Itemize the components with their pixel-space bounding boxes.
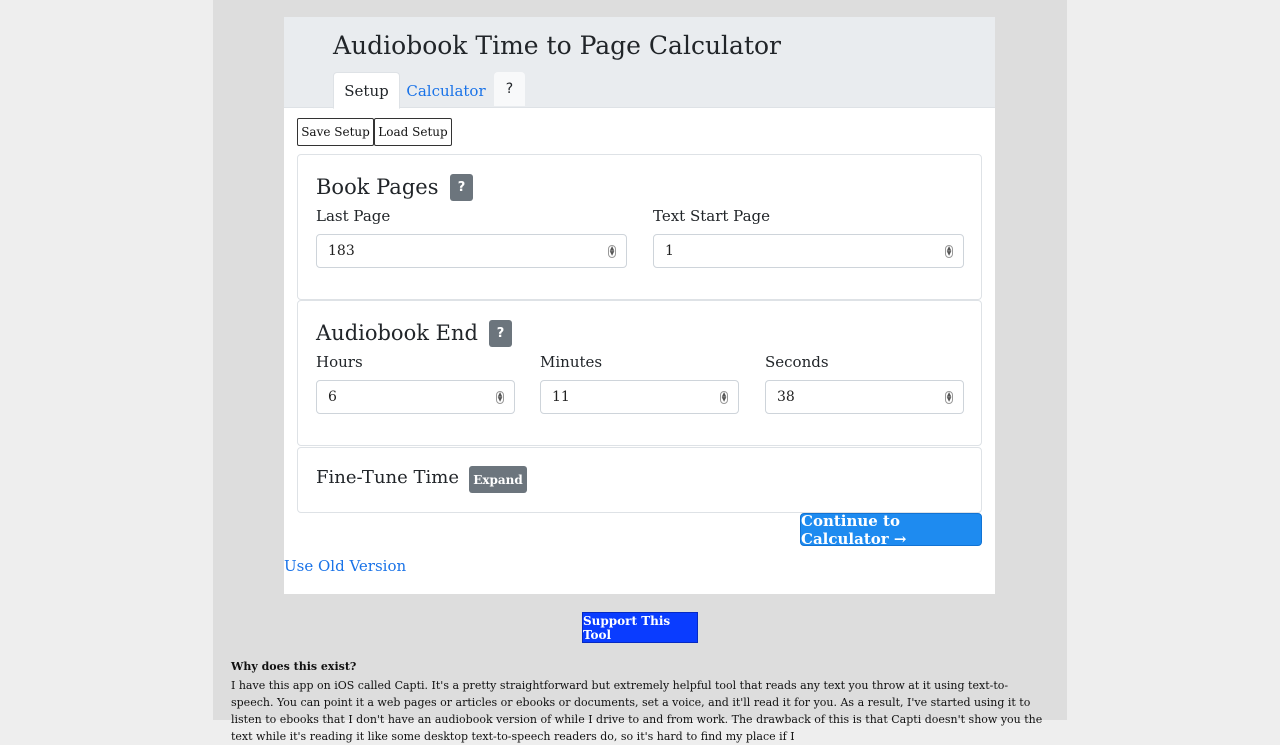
- last-page-value: 183: [328, 243, 355, 259]
- hours-value: 6: [328, 389, 337, 405]
- load-setup-button[interactable]: Load Setup: [374, 118, 452, 146]
- number-spinner-icon[interactable]: ▲ ▼: [945, 391, 953, 404]
- number-spinner-icon[interactable]: ▲ ▼: [945, 245, 953, 258]
- text-start-label: Text Start Page: [653, 207, 771, 225]
- why-heading: Why does this exist?: [231, 660, 357, 673]
- seconds-value: 38: [777, 389, 795, 405]
- minutes-label: Minutes: [540, 353, 603, 371]
- seconds-input[interactable]: 38 ▲ ▼: [765, 380, 964, 414]
- number-spinner-icon[interactable]: ▲ ▼: [496, 391, 504, 404]
- audiobook-end-section: Audiobook End ? Hours 6 ▲ ▼ Minutes 11 ▲ ▼…: [297, 300, 982, 446]
- tab-help[interactable]: ?: [494, 72, 525, 106]
- minutes-input[interactable]: 11 ▲ ▼: [540, 380, 739, 414]
- fine-tune-title: Fine-Tune Time: [316, 467, 459, 488]
- book-pages-help-button[interactable]: ?: [450, 174, 473, 201]
- text-start-input[interactable]: 1 ▲ ▼: [653, 234, 964, 268]
- last-page-label: Last Page: [316, 207, 391, 225]
- audiobook-end-title: Audiobook End: [316, 321, 478, 345]
- use-old-version-link[interactable]: Use Old Version: [284, 557, 406, 575]
- header: Audiobook Time to Page Calculator Setup …: [284, 17, 995, 109]
- why-paragraph: I have this app on iOS called Capti. It'…: [231, 679, 1043, 743]
- last-page-input[interactable]: 183 ▲ ▼: [316, 234, 627, 268]
- seconds-label: Seconds: [765, 353, 829, 371]
- text-start-value: 1: [665, 243, 674, 259]
- hours-input[interactable]: 6 ▲ ▼: [316, 380, 515, 414]
- fine-tune-section: Fine-Tune Time Expand: [297, 447, 982, 513]
- book-pages-title: Book Pages: [316, 175, 439, 199]
- book-pages-section: Book Pages ? Last Page 183 ▲ ▼ Text Start…: [297, 154, 982, 300]
- page-title: Audiobook Time to Page Calculator: [333, 31, 781, 60]
- continue-to-calculator-button[interactable]: Continue to Calculator →: [800, 512, 982, 548]
- number-spinner-icon[interactable]: ▲ ▼: [608, 245, 616, 258]
- support-this-tool-button[interactable]: Support This Tool: [582, 612, 698, 643]
- expand-button[interactable]: Expand: [469, 466, 527, 493]
- save-setup-button[interactable]: Save Setup: [297, 118, 374, 146]
- tab-calculator[interactable]: Calculator: [406, 72, 486, 109]
- hours-label: Hours: [316, 353, 363, 371]
- main-card: Audiobook Time to Page Calculator Setup …: [284, 17, 995, 594]
- minutes-value: 11: [552, 389, 570, 405]
- page-container: Audiobook Time to Page Calculator Setup …: [213, 0, 1067, 743]
- number-spinner-icon[interactable]: ▲ ▼: [720, 391, 728, 404]
- tab-setup[interactable]: Setup: [333, 72, 400, 109]
- audiobook-end-help-button[interactable]: ?: [489, 320, 512, 347]
